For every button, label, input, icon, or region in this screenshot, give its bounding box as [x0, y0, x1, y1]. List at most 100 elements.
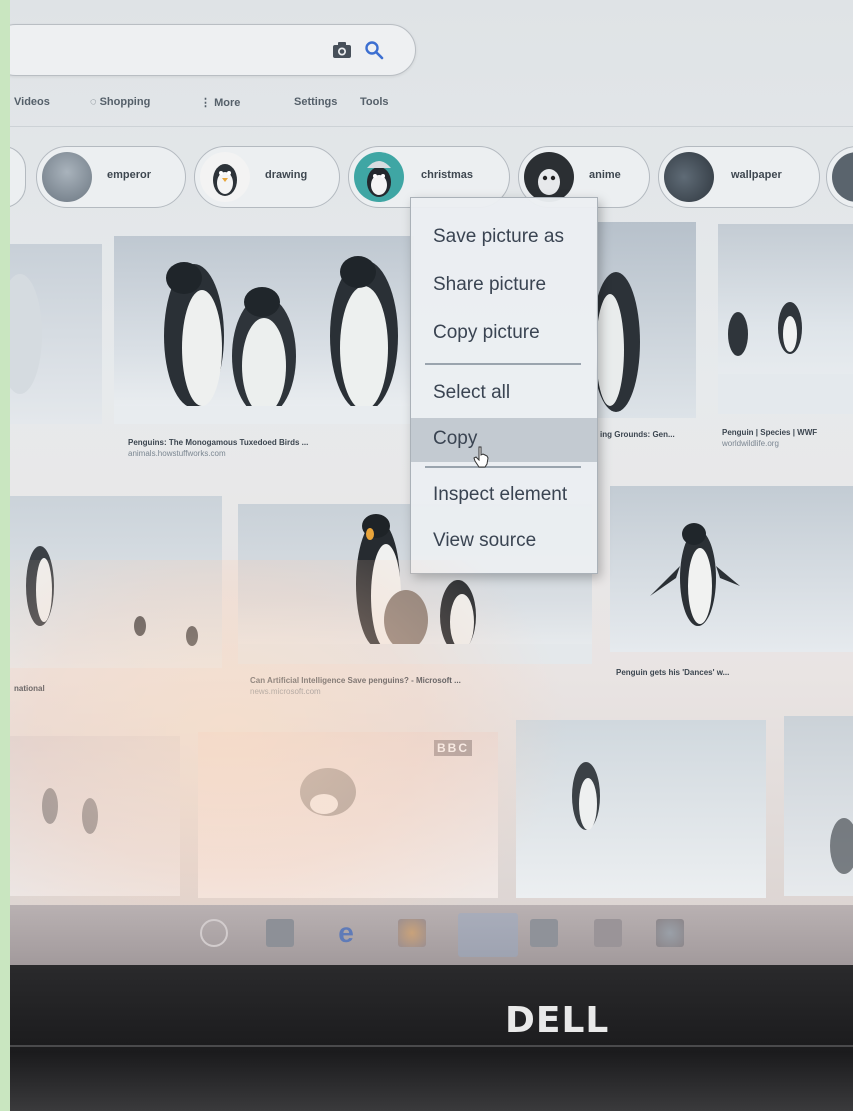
- chip-label: christmas: [421, 169, 473, 181]
- image-result[interactable]: [596, 222, 696, 418]
- chip-label: drawing: [265, 169, 308, 181]
- active-app-icon[interactable]: [458, 913, 518, 957]
- menu-item-label: Select all: [433, 382, 511, 403]
- christmas-penguin-icon: [367, 161, 391, 197]
- image-result[interactable]: [516, 720, 766, 898]
- chip-partial-left[interactable]: [10, 146, 26, 208]
- explorer-icon[interactable]: [594, 919, 622, 947]
- store-icon[interactable]: [530, 919, 558, 947]
- result-caption[interactable]: ing Grounds: Gen...: [600, 430, 675, 439]
- result-caption[interactable]: Can Artificial Intelligence Save penguin…: [250, 676, 461, 696]
- menu-separator: [425, 466, 581, 468]
- result-source: news.microsoft.com: [250, 687, 321, 696]
- camera-icon[interactable]: [331, 39, 353, 61]
- image-result-emperor-penguins[interactable]: [114, 236, 414, 424]
- result-source: animals.howstuffworks.com: [128, 449, 226, 458]
- tab-more[interactable]: ⋮ More: [200, 96, 240, 109]
- penguin-image: [300, 768, 356, 816]
- chip-wallpaper[interactable]: wallpaper: [658, 146, 820, 208]
- tab-more-label: More: [214, 97, 241, 109]
- menu-item-copy[interactable]: Copy: [411, 418, 597, 462]
- browser-screen: Videos ◌ Shopping ⋮ More Settings Tools …: [10, 0, 853, 965]
- image-result-penguin-chick[interactable]: BBC: [198, 732, 498, 898]
- penguin-drawing-icon: [213, 164, 237, 196]
- result-title: national: [14, 684, 45, 693]
- result-title: Penguin gets his 'Dances' w...: [616, 668, 730, 677]
- chip-thumbnail: [42, 152, 92, 202]
- chip-drawing[interactable]: drawing: [194, 146, 340, 208]
- result-caption[interactable]: Penguins: The Monogamous Tuxedoed Birds …: [128, 438, 308, 458]
- result-source: worldwildlife.org: [722, 439, 779, 448]
- menu-item-share-picture[interactable]: Share picture: [411, 264, 597, 308]
- menu-item-label: Share picture: [433, 274, 547, 295]
- menu-item-label: Inspect element: [433, 484, 568, 505]
- penguin-image: [830, 818, 853, 874]
- result-title: Penguins: The Monogamous Tuxedoed Birds …: [128, 438, 309, 447]
- penguin-image: [26, 546, 198, 646]
- cortana-icon[interactable]: [200, 919, 228, 947]
- image-result[interactable]: [10, 736, 180, 896]
- chip-thumbnail: [832, 152, 853, 202]
- tab-videos[interactable]: Videos: [14, 96, 50, 108]
- image-result[interactable]: [718, 224, 853, 414]
- menu-item-save-picture-as[interactable]: Save picture as: [411, 216, 597, 260]
- search-bar[interactable]: [10, 24, 416, 76]
- menu-item-label: Save picture as: [433, 226, 564, 247]
- result-caption[interactable]: Penguin | Species | WWF worldwildlife.or…: [722, 428, 817, 448]
- menu-item-select-all[interactable]: Select all: [411, 372, 597, 416]
- mouse-cursor-icon: [473, 446, 489, 468]
- task-view-icon[interactable]: [266, 919, 294, 947]
- search-icon[interactable]: [363, 39, 385, 61]
- laptop-bezel: [10, 965, 853, 1111]
- tab-shopping[interactable]: ◌ Shopping: [90, 96, 150, 108]
- image-result[interactable]: [784, 716, 853, 896]
- penguin-image: [596, 272, 640, 412]
- context-menu: Save picture as Share picture Copy pictu…: [410, 197, 598, 574]
- anime-penguin-icon: [538, 169, 560, 195]
- result-caption[interactable]: national: [14, 684, 45, 693]
- penguin-image: [650, 523, 740, 626]
- bbc-badge: BBC: [434, 740, 472, 756]
- tab-tools[interactable]: Tools: [360, 96, 389, 108]
- bezel-edge: [10, 1045, 853, 1047]
- result-title: ing Grounds: Gen...: [600, 430, 675, 439]
- chip-label: emperor: [107, 169, 152, 181]
- chip-thumbnail: [664, 152, 714, 202]
- penguin-image: [718, 302, 853, 414]
- chip-thumbnail: [524, 152, 574, 202]
- menu-item-label: View source: [433, 530, 537, 551]
- tab-settings[interactable]: Settings: [294, 96, 337, 108]
- chip-emperor[interactable]: emperor: [36, 146, 186, 208]
- result-title: Can Artificial Intelligence Save penguin…: [250, 676, 461, 685]
- dell-logo: DELL: [505, 1000, 610, 1041]
- menu-item-view-source[interactable]: View source: [411, 520, 597, 564]
- nav-divider: [10, 126, 853, 127]
- app-icon[interactable]: [398, 919, 426, 947]
- chip-label: wallpaper: [731, 169, 782, 181]
- menu-item-copy-picture[interactable]: Copy picture: [411, 312, 597, 356]
- photo-frame: Videos ◌ Shopping ⋮ More Settings Tools …: [10, 0, 853, 1111]
- penguin-image: [114, 256, 414, 424]
- shopping-tag-icon: ◌: [90, 96, 100, 108]
- menu-item-label: Copy picture: [433, 322, 540, 343]
- edge-browser-icon[interactable]: e: [332, 919, 360, 947]
- chip-thumbnail: [200, 152, 250, 202]
- result-title: Penguin | Species | WWF: [722, 428, 818, 437]
- image-result[interactable]: [10, 244, 102, 424]
- chip-thumbnail: [354, 152, 404, 202]
- menu-item-label: Copy: [433, 428, 478, 449]
- tab-shopping-label: Shopping: [99, 96, 151, 108]
- penguin-image: [42, 788, 98, 834]
- penguin-image: [572, 762, 600, 830]
- chip-partial-right[interactable]: [826, 146, 853, 208]
- penguin-image: [10, 274, 42, 394]
- menu-separator: [425, 363, 581, 365]
- image-result[interactable]: [610, 486, 853, 652]
- app-icon[interactable]: [656, 919, 684, 947]
- menu-item-inspect-element[interactable]: Inspect element: [411, 474, 597, 518]
- result-caption[interactable]: Penguin gets his 'Dances' w...: [616, 668, 729, 677]
- chip-label: anime: [589, 169, 621, 181]
- image-result[interactable]: [10, 496, 222, 668]
- more-dots-icon: ⋮: [200, 97, 215, 109]
- windows-taskbar: e: [10, 905, 853, 965]
